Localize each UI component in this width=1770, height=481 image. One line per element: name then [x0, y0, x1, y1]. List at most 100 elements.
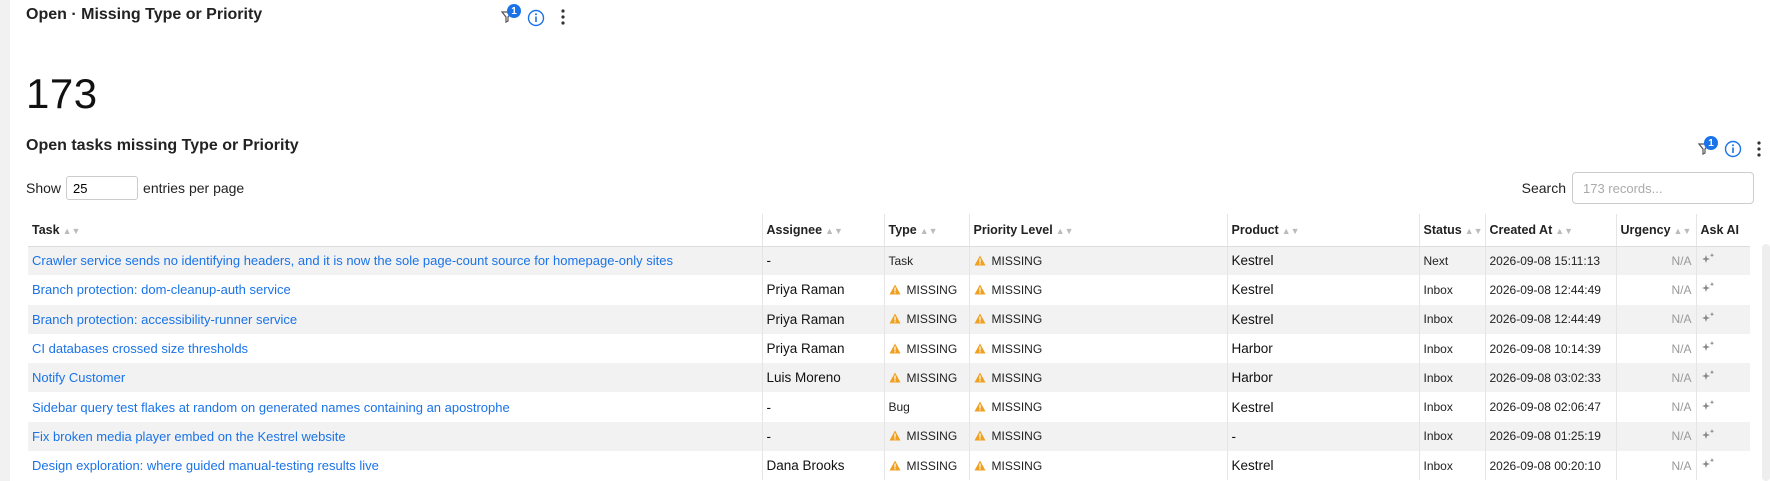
sparkle-icon[interactable] — [1701, 458, 1715, 473]
column-header-type[interactable]: Type ▲▼ — [884, 214, 970, 247]
table-scrollbar[interactable] — [1762, 244, 1770, 481]
sort-icon: ▲▼ — [1673, 225, 1692, 236]
sort-icon: ▲▼ — [62, 225, 81, 236]
entries-per-page-input[interactable] — [66, 176, 139, 200]
column-header-assignee[interactable]: Assignee ▲▼ — [762, 214, 885, 247]
sort-icon: ▲▼ — [1055, 225, 1074, 236]
task-link[interactable]: Branch protection: dom-cleanup-auth serv… — [32, 282, 291, 297]
record-count: 173 — [26, 70, 98, 117]
sort-icon: ▲▼ — [825, 225, 843, 236]
table-info-button[interactable] — [1723, 139, 1743, 159]
sort-icon: ▲▼ — [1464, 225, 1483, 236]
warning-icon — [974, 312, 992, 326]
warning-icon — [974, 371, 992, 385]
status-cell: Inbox — [1419, 333, 1486, 364]
task-link[interactable]: Design exploration: where guided manual-… — [32, 458, 379, 473]
task-cell: Design exploration: where guided manual-… — [28, 451, 763, 481]
page-size-control: Show entries per page — [26, 176, 244, 200]
info-icon — [1724, 140, 1742, 158]
column-header-product[interactable]: Product ▲▼ — [1227, 214, 1420, 247]
task-link[interactable]: Notify Customer — [32, 370, 125, 385]
warning-icon — [889, 312, 907, 326]
table-menu-button[interactable] — [1754, 139, 1764, 159]
widget-menu-button[interactable] — [556, 7, 570, 27]
ask-ai-cell — [1696, 392, 1750, 422]
warning-icon — [974, 400, 992, 414]
status-cell: Inbox — [1419, 275, 1486, 305]
product-cell: Kestrel — [1227, 451, 1420, 481]
search-label: Search — [1521, 180, 1566, 196]
column-header-task[interactable]: Task ▲▼ — [28, 214, 763, 247]
ask-ai-cell — [1696, 275, 1750, 305]
assignee-cell: Priya Raman — [762, 304, 885, 334]
column-header-created-at[interactable]: Created At ▲▼ — [1485, 214, 1617, 247]
table-title: Open tasks missing Type or Priority — [26, 137, 299, 154]
assignee-cell: Luis Moreno — [762, 363, 885, 393]
sparkle-icon[interactable] — [1701, 253, 1715, 268]
created-at-cell: 2026-09-08 10:14:39 — [1485, 333, 1617, 364]
status-cell: Next — [1419, 246, 1486, 276]
sort-icon: ▲▼ — [1555, 225, 1574, 236]
task-cell: Fix broken media player embed on the Kes… — [28, 421, 763, 452]
task-cell: Notify Customer — [28, 363, 763, 393]
task-link[interactable]: Branch protection: accessibility-runner … — [32, 312, 297, 327]
warning-icon — [889, 283, 907, 297]
ask-ai-cell — [1696, 451, 1750, 481]
task-link[interactable]: Fix broken media player embed on the Kes… — [32, 429, 346, 444]
urgency-cell: N/A — [1616, 392, 1697, 422]
type-cell: MISSING — [884, 451, 970, 481]
assignee-cell: - — [762, 392, 885, 422]
filter-count-badge: 1 — [507, 4, 521, 18]
priority-cell: MISSING — [969, 246, 1228, 276]
column-header-priority-level[interactable]: Priority Level ▲▼ — [969, 214, 1228, 247]
type-cell: Bug — [884, 392, 970, 422]
product-cell: Kestrel — [1227, 392, 1420, 422]
warning-icon — [974, 283, 992, 297]
sparkle-icon[interactable] — [1701, 399, 1715, 415]
task-link[interactable]: Sidebar query test flakes at random on g… — [32, 400, 510, 415]
task-link[interactable]: Crawler service sends no identifying hea… — [32, 253, 673, 268]
table-row: Branch protection: dom-cleanup-auth serv… — [28, 275, 1750, 305]
sort-icon: ▲▼ — [919, 225, 938, 236]
status-cell: Inbox — [1419, 421, 1486, 452]
urgency-cell: N/A — [1616, 363, 1697, 393]
table-filter-button[interactable]: 1 — [1696, 136, 1718, 157]
priority-cell: MISSING — [969, 304, 1228, 334]
warning-icon — [889, 429, 907, 443]
urgency-cell: N/A — [1616, 304, 1697, 334]
created-at-cell: 2026-09-08 02:06:47 — [1485, 392, 1617, 422]
urgency-cell: N/A — [1616, 333, 1697, 364]
ask-ai-cell — [1696, 246, 1750, 276]
column-header-status[interactable]: Status ▲▼ — [1419, 214, 1486, 247]
column-header-urgency[interactable]: Urgency ▲▼ — [1616, 214, 1697, 247]
ask-ai-cell — [1696, 304, 1750, 334]
table-row: CI databases crossed size thresholds Priy… — [28, 333, 1750, 364]
type-cell: MISSING — [884, 333, 970, 364]
created-at-cell: 2026-09-08 00:20:10 — [1485, 451, 1617, 481]
sparkle-icon[interactable] — [1701, 370, 1715, 385]
warning-icon — [889, 342, 907, 356]
status-cell: Inbox — [1419, 451, 1486, 481]
urgency-cell: N/A — [1616, 275, 1697, 305]
sparkle-icon[interactable] — [1701, 311, 1715, 327]
info-icon — [527, 9, 545, 27]
product-cell: Harbor — [1227, 363, 1420, 393]
table-row: Branch protection: accessibility-runner … — [28, 304, 1750, 334]
assignee-cell: - — [762, 421, 885, 452]
sparkle-icon[interactable] — [1701, 282, 1715, 297]
sparkle-icon[interactable] — [1701, 341, 1715, 356]
table-row: Sidebar query test flakes at random on g… — [28, 392, 1750, 422]
kebab-menu-icon — [561, 9, 565, 25]
status-cell: Inbox — [1419, 392, 1486, 422]
task-link[interactable]: CI databases crossed size thresholds — [32, 341, 248, 356]
sparkle-icon[interactable] — [1701, 428, 1715, 444]
task-cell: Sidebar query test flakes at random on g… — [28, 392, 763, 422]
info-button[interactable] — [526, 8, 546, 28]
product-cell: Kestrel — [1227, 304, 1420, 334]
table-header-row: Task ▲▼ Assignee ▲▼ Type ▲▼ Priority Level ▲… — [28, 214, 1750, 247]
search-input[interactable] — [1572, 172, 1754, 204]
filter-button[interactable]: 1 — [499, 4, 521, 25]
table-row: Fix broken media player embed on the Kes… — [28, 421, 1750, 452]
product-cell: - — [1227, 421, 1420, 452]
kebab-menu-icon — [1757, 141, 1761, 157]
